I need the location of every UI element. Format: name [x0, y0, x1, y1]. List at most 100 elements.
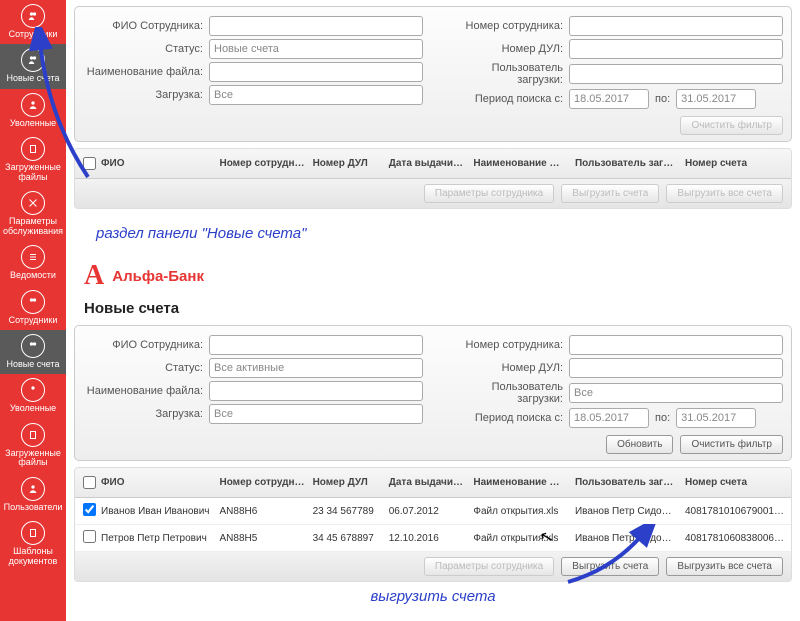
file-label: Наименование файла:	[83, 66, 209, 78]
refresh-button[interactable]: Обновить	[606, 435, 673, 454]
period-to-input[interactable]: 31.05.2017	[676, 408, 756, 428]
cell-file: Файл открытия.xls	[469, 528, 571, 549]
period-to-label: по:	[649, 93, 676, 105]
users-icon	[21, 290, 45, 314]
cell-user: Иванов Петр Сидорович	[571, 501, 681, 522]
users-icon	[21, 93, 45, 117]
clear-filter-button[interactable]: Очистить фильтр	[680, 435, 783, 454]
status-select[interactable]: Все активные	[209, 358, 423, 378]
sidebar-item-label: Уволенные	[10, 404, 56, 413]
sidebar-item-label: Загруженные файлы	[3, 163, 63, 182]
table-row[interactable]: Петров Петр Петрович AN88H5 34 45 678897…	[75, 525, 791, 552]
sidebar-item-label: Загруженные файлы	[3, 449, 63, 468]
select-all-checkbox[interactable]	[83, 157, 96, 170]
period-to-label: по:	[649, 412, 676, 424]
file-input[interactable]	[209, 381, 423, 401]
select-all-checkbox[interactable]	[83, 476, 96, 489]
dul-input[interactable]	[569, 358, 783, 378]
sidebar-item-new-accounts[interactable]: Новые счета	[0, 44, 66, 88]
clear-filter-button[interactable]: Очистить фильтр	[680, 116, 783, 135]
user-select[interactable]: Все	[569, 383, 783, 403]
col-file: Наименование файла	[469, 472, 571, 493]
sidebar-item-params[interactable]: Параметры обслуживания	[0, 187, 66, 241]
cell-emp: AN88H6	[215, 501, 308, 522]
users-icon	[21, 477, 45, 501]
col-acct: Номер счета	[681, 472, 791, 493]
fio-input[interactable]	[209, 335, 423, 355]
table-row[interactable]: Иванов Иван Иванович AN88H6 23 34 567789…	[75, 498, 791, 525]
sidebar: Сотрудники Новые счета Уволенные Загруже…	[0, 0, 66, 621]
period-label: Период поиска с:	[443, 93, 569, 105]
file-icon	[21, 423, 45, 447]
col-user: Пользователь загрузки	[571, 472, 681, 493]
sidebar-item-files-2[interactable]: Загруженные файлы	[0, 419, 66, 473]
cell-dul: 23 34 567789	[309, 501, 385, 522]
sidebar-item-label: Новые счета	[6, 360, 59, 369]
sidebar-item-files[interactable]: Загруженные файлы	[0, 133, 66, 187]
row-checkbox[interactable]	[83, 530, 96, 543]
params-button[interactable]: Параметры сотрудника	[424, 184, 554, 203]
sidebar-item-label: Ведомости	[10, 271, 56, 280]
upload-select[interactable]: Все	[209, 85, 423, 105]
period-to-input[interactable]: 31.05.2017	[676, 89, 756, 109]
fio-label: ФИО Сотрудника:	[83, 339, 209, 351]
export-button[interactable]: Выгрузить счета	[561, 184, 659, 203]
col-emp: Номер сотрудника	[215, 472, 308, 493]
page-title: Новые счета	[84, 300, 800, 317]
user-select[interactable]	[569, 64, 783, 84]
export-button[interactable]: Выгрузить счета	[561, 557, 659, 576]
table-header: ФИО Номер сотрудника Номер ДУЛ Дата выда…	[75, 149, 791, 179]
sidebar-item-label: Шаблоны документов	[3, 547, 63, 566]
sidebar-item-label: Уволенные	[10, 119, 56, 128]
upload-label: Загрузка:	[83, 408, 209, 420]
cell-acct: 40817810106790019519	[681, 501, 791, 522]
emp-no-input[interactable]	[569, 16, 783, 36]
emp-no-input[interactable]	[569, 335, 783, 355]
sidebar-item-users[interactable]: Пользователи	[0, 473, 66, 517]
sidebar-item-fired[interactable]: Уволенные	[0, 89, 66, 133]
status-select[interactable]: Новые счета	[209, 39, 423, 59]
sidebar-item-label: Сотрудники	[9, 316, 58, 325]
file-input[interactable]	[209, 62, 423, 82]
results-table-bottom: ФИО Номер сотрудника Номер ДУЛ Дата выда…	[74, 467, 792, 582]
cell-emp: AN88H5	[215, 528, 308, 549]
cell-date: 12.10.2016	[385, 528, 470, 549]
col-dul: Номер ДУЛ	[309, 153, 385, 174]
cell-acct: 40817810608380068465	[681, 528, 791, 549]
cell-date: 06.07.2012	[385, 501, 470, 522]
filter-panel-top: ФИО Сотрудника: Статус:Новые счета Наиме…	[74, 6, 792, 142]
status-label: Статус:	[83, 362, 209, 374]
sidebar-item-fired-2[interactable]: Уволенные	[0, 374, 66, 418]
col-user: Пользователь загрузки	[571, 153, 681, 174]
params-button[interactable]: Параметры сотрудника	[424, 557, 554, 576]
annotation-caption-2: выгрузить счета	[66, 588, 800, 605]
period-from-input[interactable]: 18.05.2017	[569, 408, 649, 428]
dul-input[interactable]	[569, 39, 783, 59]
dul-label: Номер ДУЛ:	[443, 43, 569, 55]
bank-header: A Альфа-Банк	[84, 260, 800, 292]
sidebar-item-new-accounts-2[interactable]: Новые счета	[0, 330, 66, 374]
export-all-button[interactable]: Выгрузить все счета	[666, 184, 783, 203]
cell-fio: Петров Петр Петрович	[97, 528, 215, 549]
emp-no-label: Номер сотрудника:	[443, 20, 569, 32]
row-checkbox[interactable]	[83, 503, 96, 516]
users-icon	[21, 334, 45, 358]
table-header: ФИО Номер сотрудника Номер ДУЛ Дата выда…	[75, 468, 791, 498]
users-icon	[21, 48, 45, 72]
sidebar-item-label: Параметры обслуживания	[3, 217, 63, 236]
period-from-input[interactable]: 18.05.2017	[569, 89, 649, 109]
sidebar-item-label: Новые счета	[6, 74, 59, 83]
export-all-button[interactable]: Выгрузить все счета	[666, 557, 783, 576]
user-label: Пользователь загрузки:	[443, 62, 569, 86]
sidebar-item-employees-2[interactable]: Сотрудники	[0, 286, 66, 330]
emp-no-label: Номер сотрудника:	[443, 339, 569, 351]
file-label: Наименование файла:	[83, 385, 209, 397]
sidebar-item-statements[interactable]: Ведомости	[0, 241, 66, 285]
sidebar-item-employees[interactable]: Сотрудники	[0, 0, 66, 44]
sidebar-item-templates[interactable]: Шаблоны документов	[0, 517, 66, 571]
col-date: Дата выдачи ДУЛ	[385, 472, 470, 493]
fio-label: ФИО Сотрудника:	[83, 20, 209, 32]
cell-file: Файл открытия.xls	[469, 501, 571, 522]
fio-input[interactable]	[209, 16, 423, 36]
upload-select[interactable]: Все	[209, 404, 423, 424]
